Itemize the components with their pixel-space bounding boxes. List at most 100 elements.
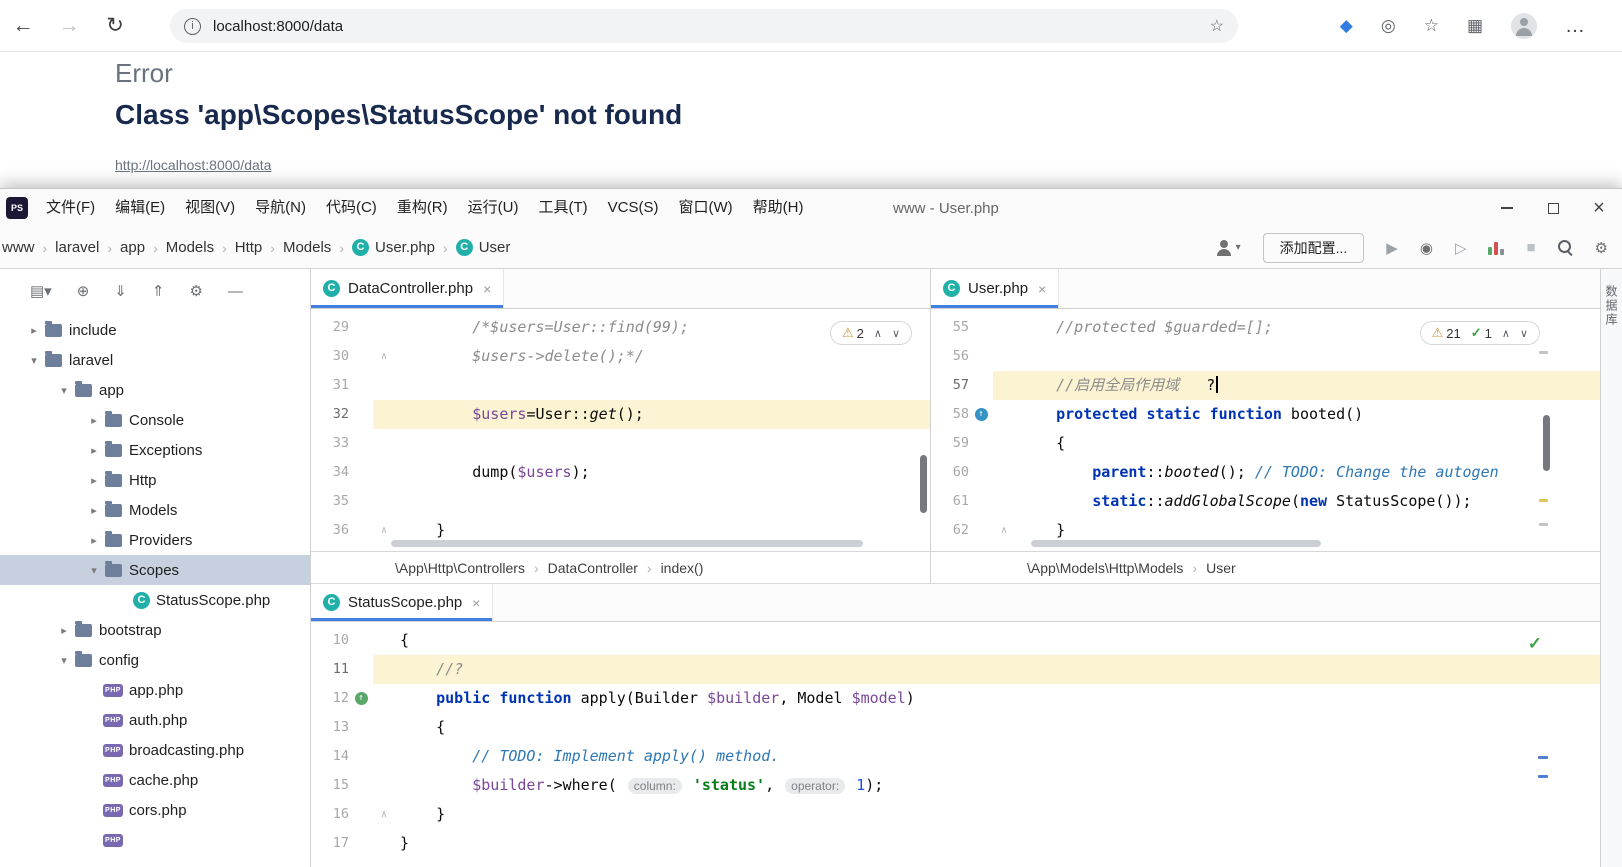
settings-icon[interactable]: ⚙ bbox=[189, 282, 202, 300]
tree-row[interactable]: ▸ Console bbox=[0, 405, 310, 435]
profile-avatar[interactable] bbox=[1511, 13, 1537, 39]
code-line[interactable]: 10{ bbox=[311, 626, 1600, 655]
view-selector-icon[interactable]: ▤▾ bbox=[30, 282, 52, 300]
tree-chevron-icon[interactable]: ▸ bbox=[86, 444, 102, 457]
menu-item[interactable]: 帮助(H) bbox=[743, 189, 814, 227]
menu-item[interactable]: 编辑(E) bbox=[105, 189, 175, 227]
down-arrow-icon[interactable]: ∨ bbox=[1520, 327, 1528, 340]
up-arrow-icon[interactable]: ∧ bbox=[874, 327, 882, 340]
fold-marker-icon[interactable]: ∧ bbox=[373, 342, 395, 371]
tree-row[interactable]: ▾ laravel bbox=[0, 345, 310, 375]
tree-row[interactable]: PHP bbox=[0, 825, 310, 855]
menu-item[interactable]: VCS(S) bbox=[598, 189, 669, 227]
menu-item[interactable]: 视图(V) bbox=[175, 189, 245, 227]
vcs-user-icon[interactable]: ▾ bbox=[1216, 239, 1241, 256]
site-info-icon[interactable]: i bbox=[184, 17, 201, 35]
tab-datacontroller[interactable]: C DataController.php × bbox=[311, 269, 505, 308]
code-line[interactable]: 61 static::addGlobalScope(new StatusScop… bbox=[931, 487, 1600, 516]
ok-badge[interactable]: ✓ 1 bbox=[1471, 325, 1492, 341]
breadcrumb-item[interactable]: C User bbox=[455, 239, 510, 256]
tree-chevron-icon[interactable]: ▸ bbox=[86, 504, 102, 517]
code-line[interactable]: 16 ∧ } bbox=[311, 800, 1600, 829]
code-line[interactable]: 32 $users=User::get(); bbox=[311, 400, 930, 429]
forward-button[interactable]: → bbox=[46, 14, 92, 38]
menu-item[interactable]: 代码(C) bbox=[316, 189, 387, 227]
tree-row[interactable]: ▸ Exceptions bbox=[0, 435, 310, 465]
h-scrollbar[interactable] bbox=[1031, 540, 1321, 547]
breadcrumb-item[interactable]: app bbox=[120, 239, 145, 256]
stop-icon[interactable]: ■ bbox=[1526, 239, 1535, 256]
code-line[interactable]: 17} bbox=[311, 829, 1600, 858]
maximize-button[interactable] bbox=[1530, 189, 1576, 227]
tree-chevron-icon[interactable]: ▸ bbox=[26, 324, 42, 337]
back-button[interactable]: ← bbox=[0, 14, 46, 38]
favorites-icon[interactable]: ☆ bbox=[1424, 16, 1439, 36]
close-tab-icon[interactable]: × bbox=[472, 595, 480, 611]
coverage-icon[interactable]: ▷ bbox=[1455, 239, 1467, 257]
code-line[interactable]: 12 ↑ public function apply(Builder $build… bbox=[311, 684, 1600, 713]
tree-chevron-icon[interactable]: ▾ bbox=[56, 384, 72, 397]
tree-row[interactable]: ▸ include bbox=[0, 315, 310, 345]
refresh-button[interactable]: ↻ bbox=[92, 13, 138, 38]
breadcrumb-item[interactable]: index() bbox=[661, 560, 704, 576]
breadcrumb-item[interactable]: laravel bbox=[55, 239, 99, 256]
menu-item[interactable]: 窗口(W) bbox=[668, 189, 742, 227]
fold-marker-icon[interactable]: ∧ bbox=[373, 800, 395, 829]
tree-row[interactable]: ▸ bootstrap bbox=[0, 615, 310, 645]
code-line[interactable]: 60 parent::booted(); // TODO: Change the… bbox=[931, 458, 1600, 487]
tree-chevron-icon[interactable]: ▾ bbox=[26, 354, 42, 367]
address-bar[interactable]: i localhost:8000/data ☆ bbox=[170, 9, 1238, 43]
close-tab-icon[interactable]: × bbox=[1038, 281, 1046, 297]
tree-chevron-icon[interactable]: ▸ bbox=[86, 414, 102, 427]
code-line[interactable]: 34 dump($users); bbox=[311, 458, 930, 487]
browser-menu-button[interactable]: … bbox=[1565, 15, 1586, 38]
collections-icon[interactable]: ▦ bbox=[1467, 16, 1483, 36]
database-tool-button[interactable]: 数据库 bbox=[1603, 285, 1620, 327]
breadcrumb-item[interactable]: Models bbox=[166, 239, 214, 256]
expand-all-icon[interactable]: ⇓ bbox=[114, 282, 127, 300]
code-line[interactable]: 57 //启用全局作用域 ? bbox=[931, 371, 1600, 400]
phpstorm-logo-icon[interactable]: PS bbox=[6, 197, 28, 219]
implement-gutter-icon[interactable]: ↑ bbox=[354, 692, 368, 705]
breadcrumb-item[interactable]: Models bbox=[283, 239, 331, 256]
settings-gear-icon[interactable]: ⚙ bbox=[1595, 239, 1608, 257]
breadcrumb-item[interactable]: Http bbox=[235, 239, 263, 256]
tree-row[interactable]: ▸ Providers bbox=[0, 525, 310, 555]
code-line[interactable]: 13 { bbox=[311, 713, 1600, 742]
v-scrollbar[interactable] bbox=[920, 455, 927, 513]
editor-content-bottom[interactable]: 10{11 //? 12 ↑ public function apply(Build… bbox=[311, 622, 1600, 867]
tree-row[interactable]: ▾ config bbox=[0, 645, 310, 675]
extensions-icon[interactable]: ◎ bbox=[1381, 16, 1396, 36]
code-line[interactable]: 33 bbox=[311, 429, 930, 458]
tree-row[interactable]: PHP auth.php bbox=[0, 705, 310, 735]
bookmark-star-icon[interactable]: ☆ bbox=[1210, 16, 1224, 36]
h-scrollbar[interactable] bbox=[391, 540, 863, 547]
warnings-badge[interactable]: ⚠ 2 bbox=[842, 325, 864, 341]
breadcrumb-item[interactable]: DataController bbox=[548, 560, 638, 576]
code-line[interactable]: 56 bbox=[931, 342, 1600, 371]
collapse-all-icon[interactable]: ⇑ bbox=[152, 282, 165, 300]
down-arrow-icon[interactable]: ∨ bbox=[892, 327, 900, 340]
code-line[interactable]: 30 ∧ $users->delete();*/ bbox=[311, 342, 930, 371]
up-arrow-icon[interactable]: ∧ bbox=[1502, 327, 1510, 340]
tree-chevron-icon[interactable]: ▸ bbox=[56, 624, 72, 637]
search-everywhere-icon[interactable] bbox=[1557, 240, 1573, 255]
hide-panel-icon[interactable]: — bbox=[228, 283, 243, 300]
select-opened-file-icon[interactable]: ⊕ bbox=[77, 282, 90, 300]
code-line[interactable]: 35 bbox=[311, 487, 930, 516]
tree-chevron-icon[interactable]: ▾ bbox=[86, 564, 102, 577]
tab-statusscope[interactable]: C StatusScope.php × bbox=[311, 584, 494, 621]
split-screen-icon[interactable]: ◆ bbox=[1340, 16, 1353, 36]
tree-row[interactable]: ▸ Models bbox=[0, 495, 310, 525]
editor-content-left[interactable]: 29 /*$users=User::find(99); 30 ∧ $users->d… bbox=[311, 309, 930, 551]
code-line[interactable]: 11 //? bbox=[311, 655, 1600, 684]
tree-row[interactable]: ▸ Http bbox=[0, 465, 310, 495]
tree-chevron-icon[interactable]: ▸ bbox=[86, 534, 102, 547]
override-gutter-icon[interactable]: ↑ bbox=[974, 408, 988, 421]
tree-chevron-icon[interactable]: ▸ bbox=[86, 474, 102, 487]
code-line[interactable]: 59 { bbox=[931, 429, 1600, 458]
warnings-badge[interactable]: ⚠ 21 bbox=[1432, 325, 1461, 341]
inspections-ok-icon[interactable]: ✓ bbox=[1528, 634, 1542, 654]
tree-row[interactable]: C StatusScope.php bbox=[0, 585, 310, 615]
tab-user[interactable]: C User.php × bbox=[931, 269, 1060, 308]
